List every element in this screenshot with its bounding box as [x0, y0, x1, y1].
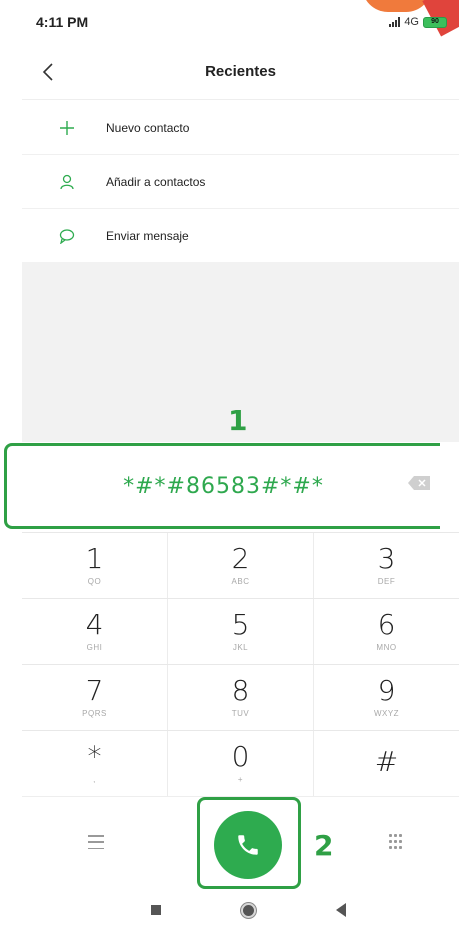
key-letters: MNO [376, 643, 397, 652]
dialed-number: *#*#86583#*#* [123, 473, 324, 499]
key-digit: 3 [377, 542, 396, 575]
key-2[interactable]: 2 ABC [168, 533, 314, 598]
key-letters: DEF [377, 577, 396, 586]
back-button[interactable] [34, 58, 62, 86]
send-message-item[interactable]: Enviar mensaje [22, 209, 459, 263]
dialpad-dot [399, 846, 402, 849]
key-letters: TUV [231, 709, 250, 718]
keypad-row: 1 QO 2 ABC 3 DEF [22, 532, 459, 598]
dialpad-dot [399, 840, 402, 843]
key-hash[interactable]: # [314, 731, 459, 796]
new-contact-item[interactable]: Nuevo contacto [22, 101, 459, 155]
action-list: Nuevo contacto Añadir a contactos Enviar… [22, 101, 459, 263]
chevron-left-icon [42, 63, 53, 81]
key-6[interactable]: 6 MNO [314, 599, 459, 664]
key-9[interactable]: 9 WXYZ [314, 665, 459, 730]
backspace-icon[interactable] [408, 476, 430, 490]
message-icon [22, 228, 106, 244]
keypad-row: 4 GHI 5 JKL 6 MNO [22, 598, 459, 664]
dialpad-dot [394, 846, 397, 849]
battery-icon: 90 [423, 16, 447, 28]
recents-nav-icon[interactable] [151, 905, 161, 915]
menu-button[interactable] [88, 835, 104, 849]
key-digit: 4 [85, 608, 104, 641]
key-star[interactable]: *, [22, 731, 168, 796]
dialpad-dot [389, 846, 392, 849]
key-digit: 6 [377, 608, 396, 641]
send-message-label: Enviar mensaje [106, 228, 189, 243]
key-digit: * [87, 740, 102, 773]
add-to-contacts-item[interactable]: Añadir a contactos [22, 155, 459, 209]
dialpad-dot [394, 840, 397, 843]
key-letters: WXYZ [373, 709, 400, 718]
key-4[interactable]: 4 GHI [22, 599, 168, 664]
key-letters: ABC [231, 577, 250, 586]
dialpad-dot [394, 834, 397, 837]
key-letters: PQRS [82, 709, 107, 718]
signal-icon [389, 17, 401, 27]
call-button[interactable] [214, 811, 282, 879]
key-0[interactable]: 0 + [168, 731, 314, 796]
keypad-row: *, 0 + # [22, 730, 459, 796]
key-digit: 8 [231, 674, 250, 707]
back-nav-icon[interactable] [336, 903, 346, 917]
key-1[interactable]: 1 QO [22, 533, 168, 598]
dialpad-toggle-button[interactable] [389, 834, 403, 850]
home-nav-icon[interactable] [241, 903, 256, 918]
system-nav-bar [22, 888, 459, 935]
key-digit: 5 [231, 608, 250, 641]
status-bar: 4:11 PM 4G 90 [22, 0, 459, 44]
key-5[interactable]: 5 JKL [168, 599, 314, 664]
key-letters: , [93, 775, 96, 784]
add-to-contacts-label: Añadir a contactos [106, 174, 206, 189]
menu-icon-line [88, 841, 104, 843]
key-letters: GHI [86, 643, 103, 652]
key-digit: 0 [231, 740, 250, 773]
menu-icon [88, 835, 104, 837]
keypad-row: 7 PQRS 8 TUV 9 WXYZ [22, 664, 459, 730]
menu-icon-line [88, 847, 104, 849]
key-letters: QO [87, 577, 102, 586]
dialpad-icon [389, 834, 392, 837]
network-type: 4G [404, 16, 419, 28]
dialed-number-field[interactable]: *#*#86583#*#* [4, 443, 440, 529]
key-3[interactable]: 3 DEF [314, 533, 459, 598]
phone-icon [238, 835, 258, 855]
key-digit: 7 [85, 674, 104, 707]
page-title: Recientes [205, 63, 276, 80]
key-digit: 2 [231, 542, 250, 575]
dialpad-dot [389, 840, 392, 843]
key-7[interactable]: 7 PQRS [22, 665, 168, 730]
key-8[interactable]: 8 TUV [168, 665, 314, 730]
app-header: Recientes [22, 44, 459, 100]
annotation-step-2: 2 [314, 829, 334, 862]
person-icon [22, 174, 106, 190]
keypad: 1 QO 2 ABC 3 DEF 4 GHI 5 JKL 6 MNO 7 PQRS 8 TUV … [22, 532, 459, 796]
key-digit: # [374, 744, 399, 778]
key-letters: + [237, 775, 244, 784]
lower-panel: 1 QO 2 ABC 3 DEF 4 GHI 5 JKL 6 MNO 7 PQRS 8 TUV … [22, 532, 459, 935]
key-digit: 1 [85, 542, 104, 575]
key-letters: JKL [232, 643, 249, 652]
annotation-step-1: 1 [228, 404, 248, 437]
dialpad-dot [399, 834, 402, 837]
key-digit: 9 [377, 674, 396, 707]
status-icons: 4G 90 [389, 16, 447, 28]
dialer-action-bar: 2 [22, 796, 459, 889]
new-contact-label: Nuevo contacto [106, 120, 190, 135]
plus-icon [22, 120, 106, 136]
status-time: 4:11 PM [36, 14, 89, 30]
